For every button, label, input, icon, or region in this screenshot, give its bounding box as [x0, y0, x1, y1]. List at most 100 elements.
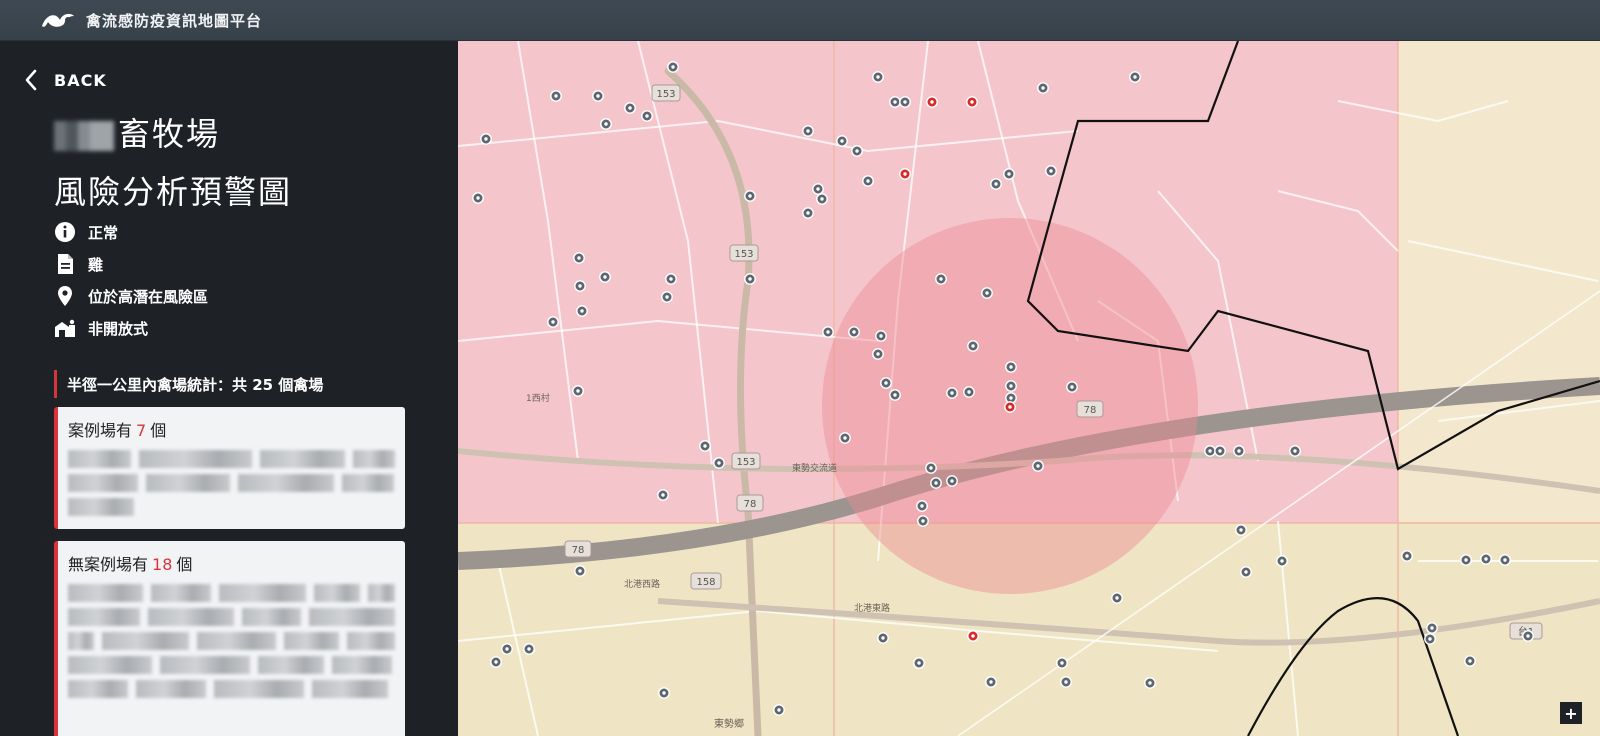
redacted-row — [58, 471, 405, 495]
non-case-farm-marker-center — [950, 479, 954, 483]
non-case-farm-marker-center — [989, 680, 993, 684]
place-label: 東勢郷 — [714, 717, 744, 730]
place-label: 北港西路 — [624, 578, 660, 590]
case-farms-count: 7 — [136, 421, 147, 440]
status-row: 正常 — [54, 221, 118, 243]
road-153-label: 153 — [734, 249, 753, 260]
species-text: 雞 — [88, 255, 104, 274]
non-case-farm-marker-center — [1239, 528, 1243, 532]
non-case-farm-marker-center — [921, 519, 925, 523]
risk-zone-text: 位於高潛在風險區 — [88, 287, 209, 306]
info-icon — [54, 221, 76, 243]
stats-heading: 半徑一公里內禽場統計：共 25 個禽場 — [54, 370, 323, 398]
non-case-farm-marker-center — [484, 137, 488, 141]
non-case-farm-marker-center — [578, 569, 582, 573]
redacted-row — [58, 447, 405, 471]
non-case-farm-marker-center — [671, 65, 675, 69]
non-case-farm-marker-center — [876, 352, 880, 356]
case-farm-marker-center — [1008, 405, 1012, 409]
non-case-farms-title: 無案例場有 18 個 — [58, 541, 405, 581]
non-case-farm-marker-center — [1049, 169, 1053, 173]
back-label: BACK — [54, 70, 107, 90]
case-farms-card[interactable]: 案例場有 7 個 — [54, 407, 405, 529]
non-case-farm-marker-center — [1428, 637, 1432, 641]
redacted-row — [58, 581, 405, 605]
non-case-farm-marker-center — [806, 211, 810, 215]
non-case-farm-marker-center — [855, 149, 859, 153]
non-case-farm-marker-center — [929, 466, 933, 470]
road-153-label: 153 — [736, 457, 755, 468]
non-case-farm-marker-center — [669, 277, 673, 281]
non-case-farms-suffix: 個 — [176, 555, 193, 574]
map-canvas[interactable]: 153 153 153 78 78 78 台1 158 北港西路 北港東路 1西… — [458, 41, 1600, 736]
barn-icon — [54, 317, 76, 339]
non-case-farm-marker-center — [1244, 570, 1248, 574]
non-case-farm-marker-center — [826, 330, 830, 334]
non-case-farm-marker-center — [1133, 75, 1137, 79]
non-case-farm-marker-center — [476, 196, 480, 200]
non-case-farm-marker-center — [881, 636, 885, 640]
farm-title: 畜牧場 風險分析預警圖 — [54, 105, 292, 221]
non-case-farm-marker-center — [661, 493, 665, 497]
non-case-farm-marker-center — [934, 481, 938, 485]
non-case-farm-marker-center — [1464, 558, 1468, 562]
non-case-farm-marker-center — [950, 391, 954, 395]
non-case-farm-marker-center — [1430, 626, 1434, 630]
risk-map[interactable]: 153 153 153 78 78 78 台1 158 北港西路 北港東路 1西… — [458, 41, 1600, 736]
non-case-farm-marker-center — [505, 647, 509, 651]
place-label: 東勢交流道 — [792, 462, 837, 474]
back-button[interactable]: BACK — [24, 69, 107, 91]
road-153-label: 153 — [656, 89, 675, 100]
non-case-farm-marker-center — [917, 661, 921, 665]
non-case-farm-marker-center — [662, 691, 666, 695]
non-case-farm-marker-center — [554, 94, 558, 98]
app-title: 禽流感防疫資訊地圖平台 — [86, 11, 263, 30]
non-case-farm-marker-center — [843, 436, 847, 440]
redacted-row — [58, 605, 405, 629]
non-case-farm-marker-center — [1293, 449, 1297, 453]
non-case-farm-marker-center — [903, 100, 907, 104]
non-case-farm-marker-center — [939, 277, 943, 281]
redacted-row — [58, 653, 405, 677]
case-farms-suffix: 個 — [150, 421, 167, 440]
non-case-farm-marker-center — [551, 320, 555, 324]
redacted-row — [58, 677, 405, 701]
non-case-farm-marker-center — [703, 444, 707, 448]
status-text: 正常 — [88, 223, 119, 242]
case-farm-marker-center — [970, 100, 974, 104]
farm-name-line: 畜牧場 — [54, 105, 292, 163]
non-case-farm-marker-center — [876, 75, 880, 79]
road-78-label: 78 — [572, 545, 585, 556]
non-case-farm-marker-center — [628, 106, 632, 110]
non-case-farms-card[interactable]: 無案例場有 18 個 — [54, 541, 405, 736]
risk-zone-row: 位於高潛在風險區 — [54, 285, 208, 307]
case-farms-title: 案例場有 7 個 — [58, 407, 405, 447]
non-case-farm-marker-center — [1503, 558, 1507, 562]
non-case-farm-marker-center — [1064, 680, 1068, 684]
non-case-farm-marker-center — [1405, 554, 1409, 558]
zoom-in-button[interactable]: + — [1560, 702, 1582, 724]
case-farm-marker-center — [971, 634, 975, 638]
location-pin-icon — [54, 285, 76, 307]
non-case-farm-marker-center — [578, 284, 582, 288]
non-case-farm-marker-center — [494, 660, 498, 664]
non-case-farm-marker-center — [920, 504, 924, 508]
non-case-farm-marker-center — [1280, 559, 1284, 563]
non-case-farm-marker-center — [884, 381, 888, 385]
sidebar: BACK 畜牧場 風險分析預警圖 正常 雞 位於高潛在風險區 非開放式 半徑一公… — [0, 41, 458, 736]
road-158-label: 158 — [696, 577, 715, 588]
non-case-farm-marker-center — [1007, 172, 1011, 176]
non-case-farm-marker-center — [994, 182, 998, 186]
non-case-farm-marker-center — [748, 277, 752, 281]
non-case-farm-marker-center — [893, 393, 897, 397]
page-subtitle: 風險分析預警圖 — [54, 173, 293, 211]
non-case-farm-marker-center — [1009, 396, 1013, 400]
non-case-farm-marker-center — [893, 100, 897, 104]
non-case-farm-marker-center — [971, 344, 975, 348]
non-case-farm-marker-center — [866, 179, 870, 183]
non-case-farm-marker-center — [1148, 681, 1152, 685]
non-case-farms-count: 18 — [152, 555, 173, 574]
top-bar: 禽流感防疫資訊地圖平台 — [0, 0, 1600, 41]
non-case-farm-marker-center — [580, 309, 584, 313]
case-farms-prefix: 案例場有 — [68, 421, 133, 440]
